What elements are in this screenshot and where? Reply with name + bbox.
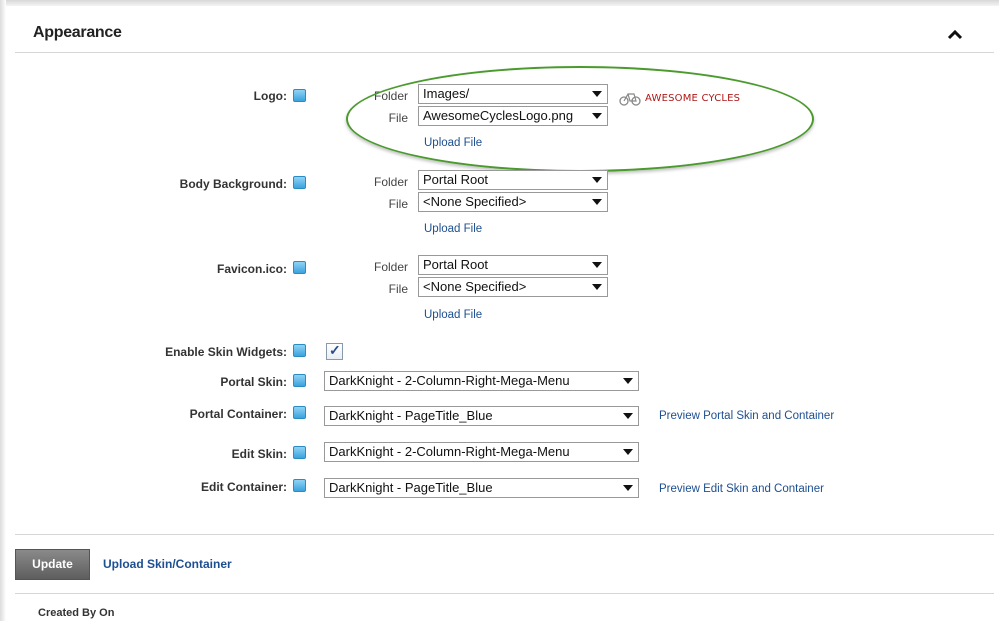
dropdown-arrow-icon: [592, 199, 602, 205]
dropdown-arrow-icon: [592, 113, 602, 119]
favicon-folder-label: Folder: [373, 260, 408, 274]
body-background-folder-value: Portal Root: [423, 172, 489, 187]
favicon-upload-link[interactable]: Upload File: [424, 309, 482, 321]
preview-edit-link[interactable]: Preview Edit Skin and Container: [659, 483, 824, 495]
help-icon[interactable]: [293, 89, 306, 102]
checkmark-icon: ✓: [329, 342, 341, 358]
edit-skin-label: Edit Skin:: [231, 447, 287, 461]
dropdown-arrow-icon: [592, 177, 602, 183]
portal-container-select[interactable]: DarkKnight - PageTitle_Blue: [324, 406, 639, 426]
skin-widgets-checkbox[interactable]: ✓: [326, 342, 343, 360]
help-icon[interactable]: [293, 176, 306, 189]
actions-divider: [15, 534, 994, 535]
dropdown-arrow-icon: [592, 284, 602, 290]
body-background-folder-select[interactable]: Portal Root: [418, 170, 608, 190]
logo-file-select[interactable]: AwesomeCyclesLogo.png: [418, 106, 608, 126]
dropdown-arrow-icon: [623, 378, 633, 384]
logo-folder-select[interactable]: Images/: [418, 84, 608, 104]
edit-container-value: DarkKnight - PageTitle_Blue: [329, 480, 493, 495]
logo-preview: AWESOME CYCLES: [619, 88, 740, 108]
help-icon[interactable]: [293, 261, 306, 274]
logo-upload-link[interactable]: Upload File: [424, 137, 482, 149]
portal-container-value: DarkKnight - PageTitle_Blue: [329, 408, 493, 423]
upload-skin-link[interactable]: Upload Skin/Container: [103, 557, 232, 571]
body-background-upload-link[interactable]: Upload File: [424, 223, 482, 235]
logo-file-label: File: [388, 111, 408, 125]
collapse-button[interactable]: [944, 24, 966, 46]
logo-folder-value: Images/: [423, 86, 470, 101]
help-icon[interactable]: [293, 479, 306, 492]
favicon-folder-value: Portal Root: [423, 257, 489, 272]
body-background-file-label: File: [388, 197, 408, 211]
edit-container-label: Edit Container:: [201, 480, 287, 494]
preview-portal-link[interactable]: Preview Portal Skin and Container: [659, 410, 834, 422]
left-shadow-edge: [0, 0, 6, 621]
logo-preview-text: AWESOME CYCLES: [645, 92, 741, 104]
body-background-folder-label: Folder: [373, 175, 408, 189]
update-button[interactable]: Update: [15, 549, 90, 580]
help-icon[interactable]: [293, 446, 306, 459]
dropdown-arrow-icon: [623, 413, 633, 419]
logo-label: Logo:: [253, 89, 287, 103]
logo-folder-label: Folder: [373, 89, 408, 103]
chevron-up-icon: [947, 29, 963, 40]
help-icon[interactable]: [293, 374, 306, 387]
footer-divider: [15, 593, 994, 594]
dropdown-arrow-icon: [592, 91, 602, 97]
edit-container-select[interactable]: DarkKnight - PageTitle_Blue: [324, 478, 639, 498]
bicycle-icon: [619, 93, 641, 106]
favicon-file-label: File: [388, 282, 408, 296]
portal-skin-label: Portal Skin:: [220, 375, 287, 389]
edit-skin-select[interactable]: DarkKnight - 2-Column-Right-Mega-Menu: [324, 442, 639, 462]
favicon-folder-select[interactable]: Portal Root: [418, 255, 608, 275]
edit-skin-value: DarkKnight - 2-Column-Right-Mega-Menu: [329, 444, 570, 459]
favicon-label: Favicon.ico:: [216, 262, 287, 276]
created-by-label: Created By On: [38, 607, 115, 619]
favicon-file-value: <None Specified>: [423, 279, 527, 294]
portal-skin-value: DarkKnight - 2-Column-Right-Mega-Menu: [329, 373, 570, 388]
skin-widgets-label: Enable Skin Widgets:: [165, 345, 287, 359]
body-background-file-value: <None Specified>: [423, 194, 527, 209]
title-divider: [15, 52, 994, 53]
favicon-file-select[interactable]: <None Specified>: [418, 277, 608, 297]
portal-container-label: Portal Container:: [189, 407, 287, 421]
dropdown-arrow-icon: [592, 262, 602, 268]
section-title: Appearance: [33, 24, 122, 41]
help-icon[interactable]: [293, 344, 306, 357]
portal-skin-select[interactable]: DarkKnight - 2-Column-Right-Mega-Menu: [324, 371, 639, 391]
logo-file-value: AwesomeCyclesLogo.png: [423, 108, 574, 123]
body-background-label: Body Background:: [179, 177, 287, 191]
top-shadow-bar: [0, 0, 999, 6]
help-icon[interactable]: [293, 406, 306, 419]
dropdown-arrow-icon: [623, 485, 633, 491]
dropdown-arrow-icon: [623, 449, 633, 455]
body-background-file-select[interactable]: <None Specified>: [418, 192, 608, 212]
